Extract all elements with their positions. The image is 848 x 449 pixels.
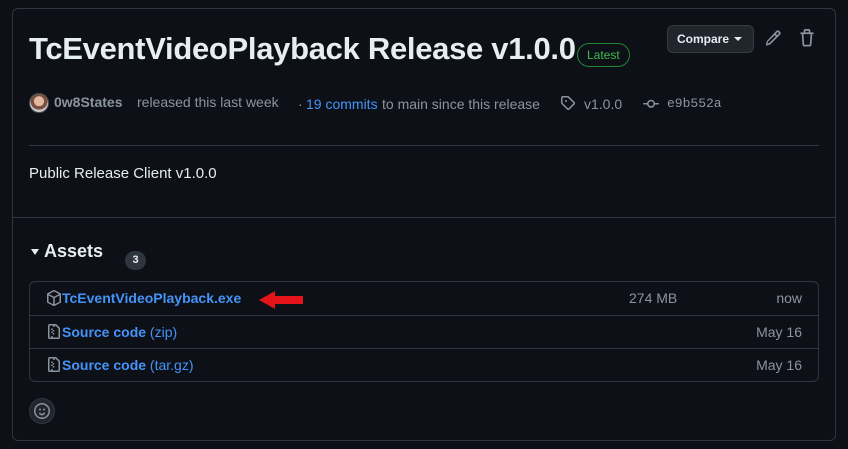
commits-link[interactable]: 19 commits xyxy=(306,96,378,112)
asset-ext: (tar.gz) xyxy=(149,357,194,373)
asset-name: TcEventVideoPlayback.exe xyxy=(62,290,242,306)
author-link[interactable]: 0w8States xyxy=(54,94,122,110)
assets-count-badge: 3 xyxy=(125,251,146,270)
smiley-icon xyxy=(34,403,50,419)
asset-date: May 16 xyxy=(756,357,802,373)
divider xyxy=(29,145,819,146)
red-arrow-annotation-icon xyxy=(259,291,303,309)
released-text: released this last week xyxy=(137,94,279,110)
assets-heading: Assets xyxy=(44,241,104,261)
file-zip-icon xyxy=(48,357,60,372)
asset-ext: (zip) xyxy=(149,324,178,340)
asset-date: May 16 xyxy=(756,324,802,340)
asset-size: 274 MB xyxy=(629,290,678,306)
pencil-icon[interactable] xyxy=(764,29,782,47)
asset-name: Source code xyxy=(62,357,147,373)
git-commit-icon xyxy=(643,99,659,108)
add-reaction-button[interactable] xyxy=(29,398,55,424)
commits-text: to main since this release xyxy=(382,96,540,112)
asset-link-exe[interactable]: TcEventVideoPlayback.exe xyxy=(62,290,241,306)
release-card: TcEventVideoPlayback Release v1.0.0 Late… xyxy=(12,8,836,441)
caret-down-icon xyxy=(734,37,742,41)
tag-link[interactable]: v1.0.0 xyxy=(584,96,622,112)
avatar[interactable] xyxy=(29,93,49,113)
list-item: TcEventVideoPlayback.exe 274 MB now xyxy=(30,282,818,315)
compare-button[interactable]: Compare xyxy=(667,25,754,53)
commit-link[interactable]: e9b552a xyxy=(667,96,722,111)
release-body: Public Release Client v1.0.0 xyxy=(29,165,217,182)
asset-date: now xyxy=(776,290,802,306)
file-zip-icon xyxy=(48,324,60,339)
package-icon xyxy=(47,290,61,306)
assets-list: TcEventVideoPlayback.exe 274 MB now Sour… xyxy=(29,281,819,382)
compare-label: Compare xyxy=(677,32,730,46)
asset-link-targz[interactable]: Source code (tar.gz) xyxy=(62,357,194,373)
separator-dot: · xyxy=(298,96,303,112)
triangle-down-icon xyxy=(31,249,39,255)
divider xyxy=(13,217,835,218)
asset-link-zip[interactable]: Source code (zip) xyxy=(62,324,177,340)
asset-name: Source code xyxy=(62,324,147,340)
trash-icon[interactable] xyxy=(798,29,816,47)
tag-icon xyxy=(561,96,576,111)
release-title[interactable]: TcEventVideoPlayback Release v1.0.0 xyxy=(29,31,576,67)
list-item: Source code (tar.gz) May 16 xyxy=(30,348,818,381)
latest-badge: Latest xyxy=(577,43,630,67)
list-item: Source code (zip) May 16 xyxy=(30,315,818,348)
